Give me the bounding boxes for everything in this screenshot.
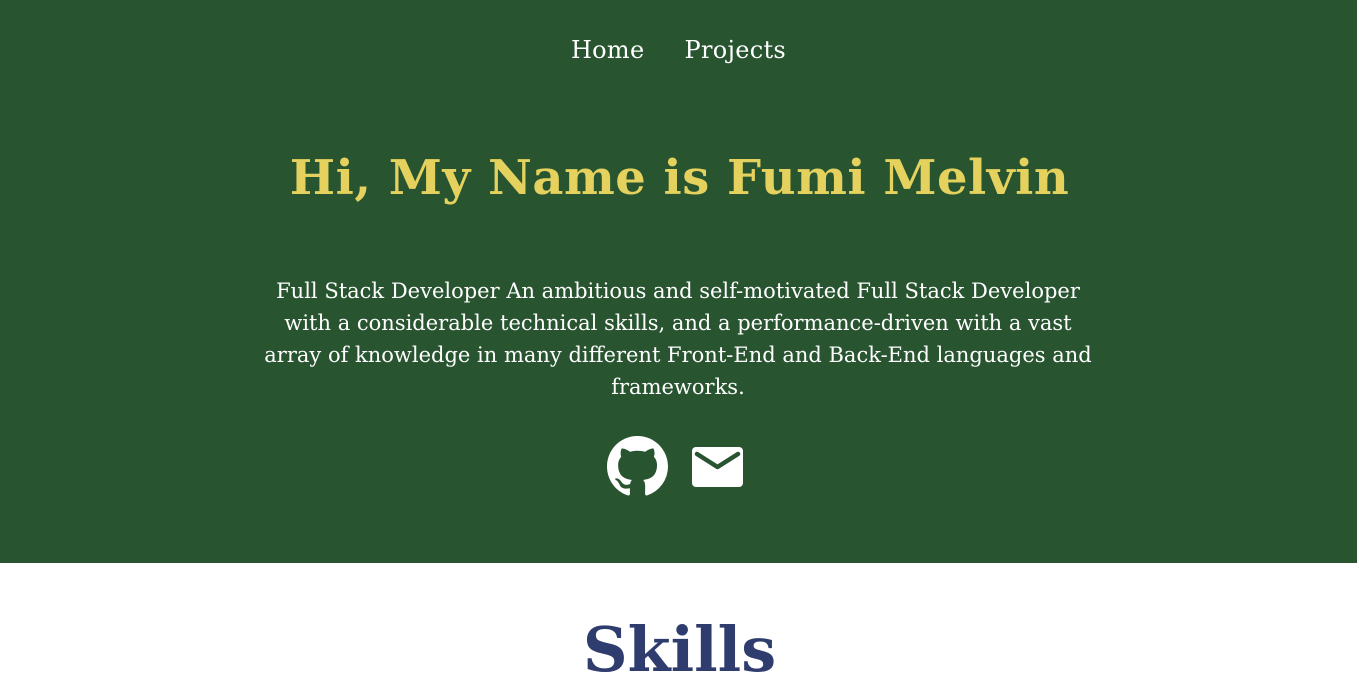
- github-icon: [607, 436, 668, 496]
- nav-projects-link[interactable]: Projects: [685, 33, 787, 67]
- nav-home-link[interactable]: Home: [571, 33, 645, 67]
- hero-title: Hi, My Name is Fumi Melvin: [289, 150, 1070, 206]
- skills-heading: Skills: [582, 613, 777, 686]
- github-link[interactable]: [607, 436, 668, 497]
- social-links: [607, 436, 743, 497]
- main-nav: Home Projects: [0, 33, 1359, 67]
- hero-section: Home Projects Hi, My Name is Fumi Melvin…: [0, 0, 1359, 563]
- hero-description: Full Stack Developer An ambitious and se…: [264, 279, 1092, 399]
- mail-icon: [692, 446, 743, 487]
- email-link[interactable]: [692, 446, 743, 487]
